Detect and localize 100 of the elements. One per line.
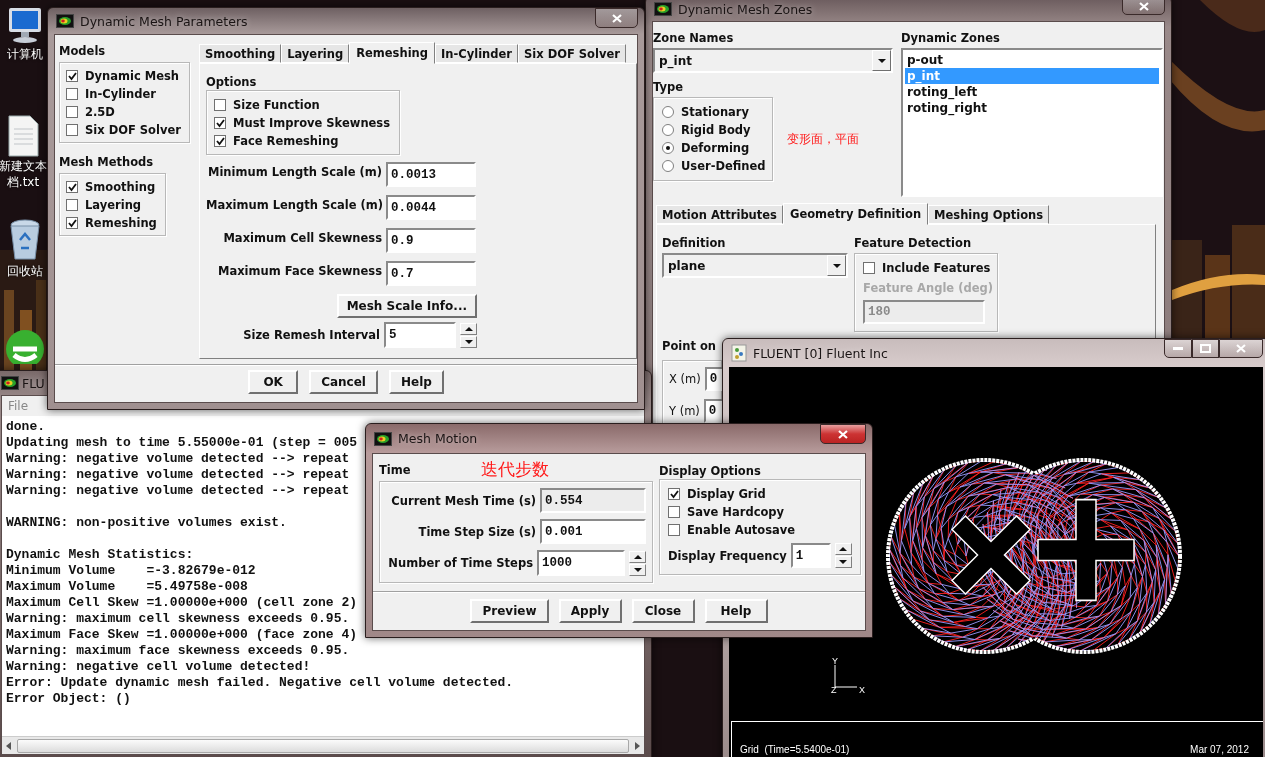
list-item[interactable]: p-out bbox=[905, 52, 1159, 68]
radio-button[interactable] bbox=[662, 124, 674, 136]
radio-button[interactable] bbox=[662, 142, 674, 154]
tab[interactable]: Smoothing bbox=[199, 44, 282, 63]
checkbox[interactable] bbox=[214, 117, 226, 129]
checkbox-label[interactable]: Six DOF Solver bbox=[85, 122, 181, 138]
window-title: Mesh Motion bbox=[398, 431, 478, 446]
dialog-button[interactable]: Help bbox=[704, 599, 768, 623]
tab[interactable]: Remeshing bbox=[349, 42, 436, 64]
maximize-icon bbox=[1200, 344, 1211, 353]
down-arrow-icon bbox=[464, 339, 473, 344]
radio-label[interactable]: Stationary bbox=[681, 104, 749, 120]
dropdown-arrow-button[interactable] bbox=[827, 255, 846, 276]
app-icon bbox=[374, 431, 392, 446]
dialog-button[interactable]: Preview bbox=[470, 599, 549, 623]
radio-label[interactable]: Deforming bbox=[681, 140, 750, 156]
spin-down-button[interactable] bbox=[629, 563, 646, 576]
list-item[interactable]: roting_left bbox=[905, 84, 1159, 100]
spin-down-button[interactable] bbox=[834, 556, 852, 568]
radio-label[interactable]: Rigid Body bbox=[681, 122, 751, 138]
checkbox[interactable] bbox=[214, 135, 226, 147]
recycle-bin-icon[interactable] bbox=[8, 218, 42, 262]
checkbox[interactable] bbox=[66, 181, 78, 193]
list-item[interactable]: roting_right bbox=[905, 100, 1159, 116]
dropdown[interactable]: p_int bbox=[653, 48, 893, 73]
spin-up-button[interactable] bbox=[460, 322, 477, 335]
horizontal-scrollbar[interactable] bbox=[2, 736, 644, 754]
checkbox-label[interactable]: Remeshing bbox=[85, 215, 157, 231]
checkbox[interactable] bbox=[66, 88, 78, 100]
checkbox[interactable] bbox=[668, 488, 680, 500]
status-text: Grid (Time=5.5400e-01) bbox=[740, 744, 850, 755]
checkbox-label[interactable]: Save Hardcopy bbox=[687, 504, 785, 520]
checkbox-label[interactable]: 2.5D bbox=[85, 104, 115, 120]
checkbox[interactable] bbox=[214, 99, 226, 111]
dropdown[interactable]: plane bbox=[662, 253, 848, 278]
checkbox-label[interactable]: Layering bbox=[85, 197, 142, 213]
checkbox-label[interactable]: Include Features bbox=[882, 260, 991, 276]
tab[interactable]: Six DOF Solver bbox=[518, 44, 626, 63]
minimize-button[interactable] bbox=[1164, 339, 1192, 358]
right-arrow-icon[interactable] bbox=[633, 741, 641, 750]
text-field[interactable]: 0 bbox=[703, 399, 724, 423]
axis-label: Y bbox=[832, 656, 838, 666]
tab[interactable]: Meshing Options bbox=[928, 205, 1050, 224]
checkbox-label[interactable]: Size Function bbox=[233, 97, 320, 113]
text-field[interactable]: 5 bbox=[384, 322, 456, 348]
tab[interactable]: Layering bbox=[281, 44, 350, 63]
spin-down-button[interactable] bbox=[460, 335, 477, 348]
text-field[interactable]: 0.554 bbox=[540, 488, 646, 513]
text-field[interactable]: 0.001 bbox=[540, 519, 646, 544]
checkbox-label[interactable]: Must Improve Skewness bbox=[233, 115, 391, 131]
radio-button[interactable] bbox=[662, 160, 674, 172]
up-arrow-icon bbox=[464, 326, 473, 331]
checkbox-label[interactable]: Smoothing bbox=[85, 179, 156, 195]
checkbox[interactable] bbox=[66, 217, 78, 229]
checkbox-label[interactable]: Display Grid bbox=[687, 486, 766, 502]
spin-up-button[interactable] bbox=[834, 543, 852, 555]
tab[interactable]: Motion Attributes bbox=[656, 205, 783, 224]
dropdown-arrow-button[interactable] bbox=[872, 50, 891, 71]
close-button[interactable] bbox=[1122, 0, 1165, 15]
checkbox[interactable] bbox=[66, 199, 78, 211]
close-button[interactable] bbox=[1219, 339, 1263, 358]
app-icon[interactable] bbox=[4, 328, 46, 364]
dialog-button[interactable]: Close bbox=[631, 599, 695, 623]
tab[interactable]: In-Cylinder bbox=[435, 44, 518, 63]
checkbox-label[interactable]: In-Cylinder bbox=[85, 86, 156, 102]
checkbox[interactable] bbox=[863, 262, 875, 274]
checkbox-label[interactable]: Enable Autosave bbox=[687, 522, 796, 538]
spin-up-button[interactable] bbox=[629, 550, 646, 563]
text-field[interactable]: 0.7 bbox=[386, 261, 476, 286]
document-icon[interactable] bbox=[6, 115, 40, 157]
icon-label: 计算机 bbox=[7, 47, 43, 61]
dialog-button[interactable]: OK bbox=[248, 370, 299, 394]
close-button[interactable] bbox=[595, 8, 638, 28]
checkbox-label[interactable]: Dynamic Mesh bbox=[85, 68, 179, 84]
console-line: Warning: maximum face skewness exceeds 0.95. bbox=[6, 643, 350, 659]
text-field[interactable]: 0 bbox=[704, 367, 725, 391]
dialog-button[interactable]: Apply bbox=[558, 599, 622, 623]
close-button[interactable] bbox=[820, 424, 866, 444]
checkbox[interactable] bbox=[66, 70, 78, 82]
text-field[interactable]: 0.9 bbox=[386, 228, 476, 253]
text-field[interactable]: 0.0044 bbox=[386, 195, 476, 220]
dialog-button[interactable]: Help bbox=[388, 370, 444, 394]
dialog-button[interactable]: Cancel bbox=[309, 370, 378, 394]
checkbox[interactable] bbox=[66, 106, 78, 118]
text-field[interactable]: 1000 bbox=[537, 550, 625, 576]
left-arrow-icon[interactable] bbox=[5, 741, 13, 750]
checkbox-label[interactable]: Face Remeshing bbox=[233, 133, 339, 149]
checkbox[interactable] bbox=[668, 506, 680, 518]
maximize-button[interactable] bbox=[1192, 339, 1219, 358]
tab[interactable]: Geometry Definition bbox=[782, 203, 929, 225]
radio-label[interactable]: User-Defined bbox=[681, 158, 766, 174]
checkbox[interactable] bbox=[66, 124, 78, 136]
console-line: Warning: negative volume detected --> repeat bbox=[6, 451, 350, 467]
icon-label: 档.txt bbox=[6, 175, 40, 189]
mesh-scale-info-button[interactable]: Mesh Scale Info... bbox=[336, 294, 477, 318]
text-field[interactable]: 0.0013 bbox=[386, 162, 476, 187]
checkbox[interactable] bbox=[668, 524, 680, 536]
radio-button[interactable] bbox=[662, 106, 674, 118]
up-arrow-icon bbox=[633, 554, 642, 559]
text-field[interactable]: 1 bbox=[790, 543, 831, 568]
